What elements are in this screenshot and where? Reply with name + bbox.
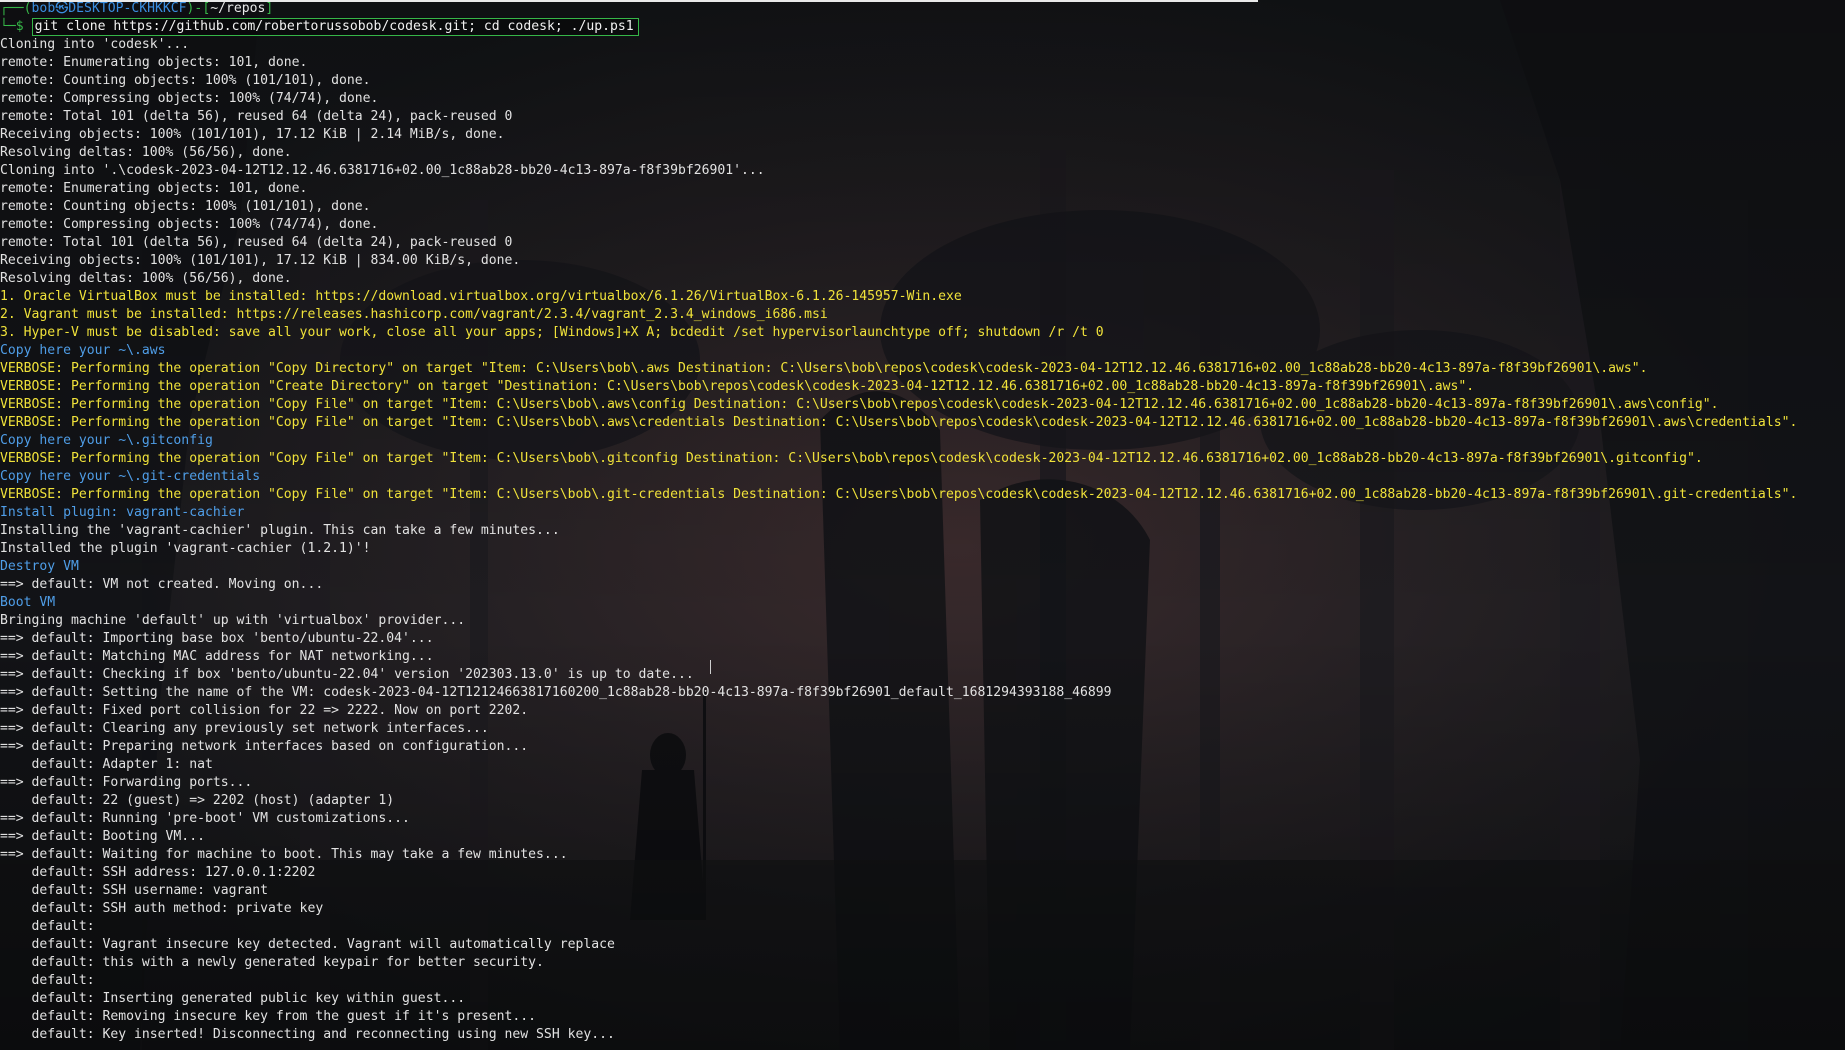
text-cursor — [710, 660, 711, 674]
terminal-line: Boot VM — [0, 595, 56, 610]
prompt-header: ┌──(bob㉿DESKTOP-CKHKKCF)-[~/repos] — [0, 1, 274, 16]
terminal-line: Copy here your ~\.git-credentials — [0, 469, 261, 484]
terminal-line: ==> default: Matching MAC address for NA… — [0, 649, 434, 664]
prompt-user-host: bob㉿DESKTOP-CKHKKCF — [31, 1, 187, 16]
terminal-line: ==> default: Waiting for machine to boot… — [0, 847, 568, 862]
terminal-line: ==> default: Booting VM... — [0, 829, 205, 844]
terminal-line: Cloning into 'codesk'... — [0, 37, 190, 52]
terminal-line: VERBOSE: Performing the operation "Copy … — [0, 451, 1703, 466]
terminal-line: Bringing machine 'default' up with 'virt… — [0, 613, 466, 628]
terminal-line: VERBOSE: Performing the operation "Copy … — [0, 487, 1798, 502]
terminal-line: Receiving objects: 100% (101/101), 17.12… — [0, 253, 521, 268]
terminal-line: VERBOSE: Performing the operation "Copy … — [0, 397, 1719, 412]
terminal-line: Installing the 'vagrant-cachier' plugin.… — [0, 523, 560, 538]
terminal-line: Destroy VM — [0, 559, 79, 574]
terminal-line: default: Key inserted! Disconnecting and… — [0, 1027, 615, 1042]
terminal-line: ==> default: Checking if box 'bento/ubun… — [0, 667, 694, 682]
terminal-line: remote: Counting objects: 100% (101/101)… — [0, 199, 371, 214]
terminal-line: default: — [0, 919, 95, 934]
terminal-line: Copy here your ~\.aws — [0, 343, 166, 358]
terminal-line: Copy here your ~\.gitconfig — [0, 433, 213, 448]
terminal-line: default: SSH auth method: private key — [0, 901, 324, 916]
terminal-line: ==> default: Fixed port collision for 22… — [0, 703, 529, 718]
terminal-line: ==> default: Importing base box 'bento/u… — [0, 631, 434, 646]
terminal-line: Resolving deltas: 100% (56/56), done. — [0, 271, 292, 286]
terminal-line: Resolving deltas: 100% (56/56), done. — [0, 145, 292, 160]
terminal-line: default: Inserting generated public key … — [0, 991, 466, 1006]
terminal-line: default: SSH username: vagrant — [0, 883, 269, 898]
terminal-line: remote: Compressing objects: 100% (74/74… — [0, 91, 379, 106]
prompt-cwd: ~/repos — [210, 1, 266, 16]
terminal-line: Cloning into '.\codesk-2023-04-12T12.12.… — [0, 163, 765, 178]
terminal-line: VERBOSE: Performing the operation "Copy … — [0, 415, 1798, 430]
terminal-line: ==> default: Clearing any previously set… — [0, 721, 489, 736]
terminal-line: ==> default: Running 'pre-boot' VM custo… — [0, 811, 410, 826]
title-bar-strip — [0, 0, 1258, 2]
terminal-line: VERBOSE: Performing the operation "Copy … — [0, 361, 1648, 376]
terminal-line: VERBOSE: Performing the operation "Creat… — [0, 379, 1475, 394]
terminal-line: Install plugin: vagrant-cachier — [0, 505, 245, 520]
prompt-symbol: $ — [15, 19, 24, 34]
terminal-line: default: Removing insecure key from the … — [0, 1009, 537, 1024]
terminal-line: default: this with a newly generated key… — [0, 955, 544, 970]
terminal-line: remote: Total 101 (delta 56), reused 64 … — [0, 235, 513, 250]
prompt-command-line: └─$ git clone https://github.com/roberto… — [0, 18, 639, 36]
terminal-line: ==> default: VM not created. Moving on..… — [0, 577, 324, 592]
terminal-line: ==> default: Preparing network interface… — [0, 739, 529, 754]
terminal-line: 1. Oracle VirtualBox must be installed: … — [0, 289, 962, 304]
terminal-line: remote: Total 101 (delta 56), reused 64 … — [0, 109, 513, 124]
terminal-line: Installed the plugin 'vagrant-cachier (1… — [0, 541, 371, 556]
terminal-line: default: Vagrant insecure key detected. … — [0, 937, 615, 952]
terminal-line: Receiving objects: 100% (101/101), 17.12… — [0, 127, 505, 142]
terminal-line: default: SSH address: 127.0.0.1:2202 — [0, 865, 316, 880]
terminal-line: remote: Enumerating objects: 101, done. — [0, 181, 308, 196]
terminal-line: remote: Counting objects: 100% (101/101)… — [0, 73, 371, 88]
terminal-output: Cloning into 'codesk'... remote: Enumerat… — [0, 36, 1845, 1044]
terminal-line: default: 22 (guest) => 2202 (host) (adap… — [0, 793, 395, 808]
terminal-line: default: — [0, 973, 95, 988]
terminal-window[interactable]: ┌──(bob㉿DESKTOP-CKHKKCF)-[~/repos] └─$ g… — [0, 0, 1845, 1050]
terminal-line: 3. Hyper-V must be disabled: save all yo… — [0, 325, 1104, 340]
terminal-line: remote: Compressing objects: 100% (74/74… — [0, 217, 379, 232]
terminal-line: 2. Vagrant must be installed: https://re… — [0, 307, 828, 322]
terminal-line: remote: Enumerating objects: 101, done. — [0, 55, 308, 70]
terminal-line: ==> default: Setting the name of the VM:… — [0, 685, 1112, 700]
terminal-line: default: Adapter 1: nat — [0, 757, 213, 772]
command-input[interactable]: git clone https://github.com/robertoruss… — [31, 18, 639, 36]
terminal-line: ==> default: Forwarding ports... — [0, 775, 253, 790]
